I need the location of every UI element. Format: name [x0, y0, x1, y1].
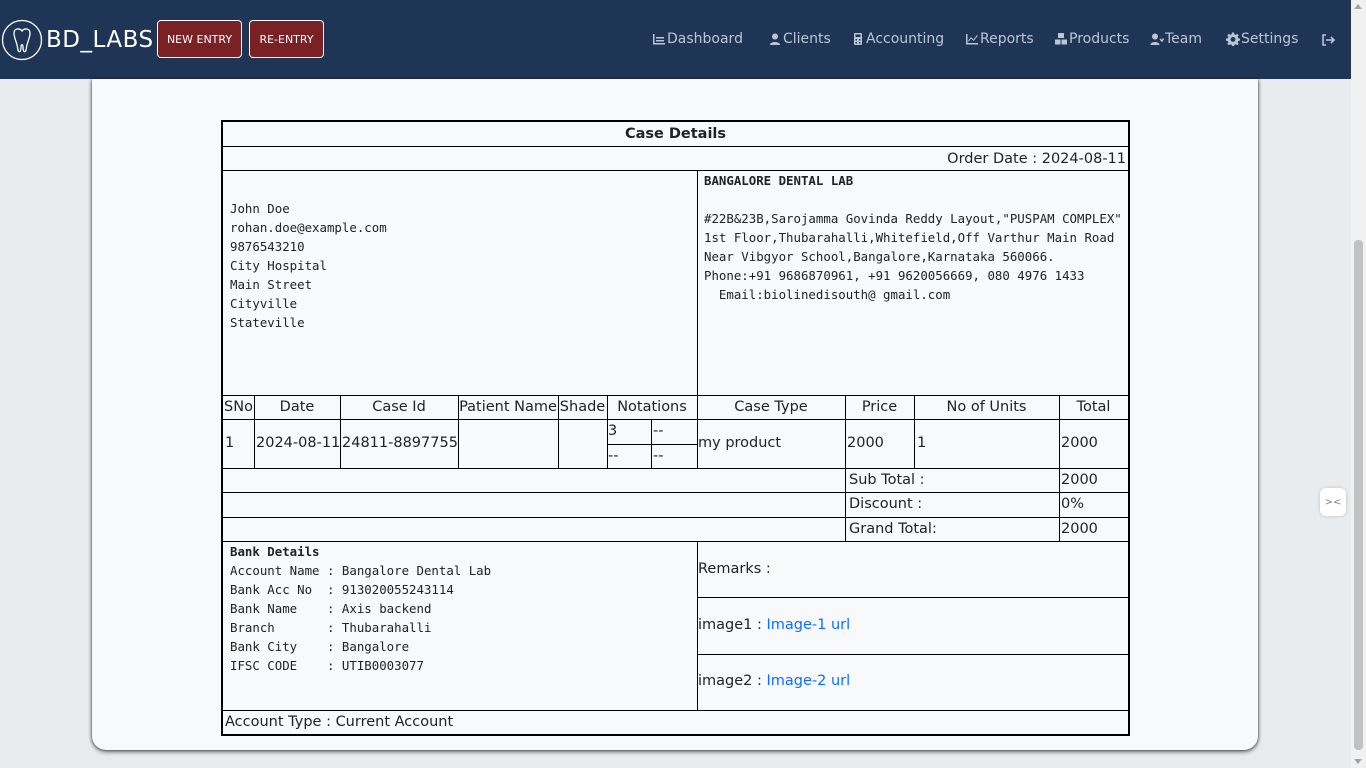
bank-details: Account Name : Bangalore Dental Lab Bank…: [230, 561, 491, 675]
notation-cell: --: [653, 448, 664, 464]
bank-branch: Branch : Thubarahalli: [230, 620, 432, 635]
notation-cell: 3: [608, 423, 618, 439]
row-units: 1: [917, 435, 927, 451]
discount-label: Discount :: [849, 496, 923, 512]
lab-name: BANGALORE DENTAL LAB: [704, 173, 854, 188]
col-patient-name: Patient Name: [459, 399, 557, 415]
lab-email: Email:biolinedisouth@ gmail.com: [704, 287, 951, 302]
col-no-of-units: No of Units: [946, 399, 1027, 415]
remarks-label: Remarks :: [698, 561, 771, 577]
nav-settings-label: Settings: [1241, 31, 1299, 47]
image2-link[interactable]: Image-2 url: [767, 673, 851, 689]
row-date: 2024-08-11: [256, 435, 341, 451]
nav-clients-label: Clients: [783, 31, 831, 47]
notation-cell: --: [608, 448, 619, 464]
row-case-id: 24811-8897755: [342, 435, 458, 451]
row-total: 2000: [1061, 435, 1098, 451]
col-date: Date: [279, 399, 315, 415]
brand[interactable]: BD_LABS: [0, 12, 154, 68]
nav-links: Dashboard Clients Accounting Reports Pro…: [652, 30, 1316, 48]
lab-phone: Phone:+91 9686870961, +91 9620056669, 08…: [704, 268, 1085, 283]
logout-button[interactable]: [1321, 32, 1336, 51]
scroll-up-arrow-icon[interactable]: [1354, 4, 1362, 9]
row-price: 2000: [847, 435, 884, 451]
discount-value: 0%: [1061, 496, 1085, 512]
image1-link[interactable]: Image-1 url: [767, 617, 851, 633]
client-info: John Doe rohan.doe@example.com 987654321…: [230, 199, 387, 332]
nav-dashboard[interactable]: Dashboard: [652, 31, 768, 47]
team-icon: [1150, 33, 1164, 45]
notation-cell: --: [653, 423, 664, 439]
grand-total-label: Grand Total:: [849, 521, 937, 537]
row-case-type: my product: [698, 435, 782, 451]
nav-accounting[interactable]: Accounting: [851, 31, 965, 47]
client-state: Stateville: [230, 315, 305, 330]
image1-row: image1 : Image-1 url: [698, 617, 850, 633]
col-shade: Shade: [559, 399, 606, 415]
nav-products-label: Products: [1069, 31, 1130, 47]
image1-label: image1 :: [698, 617, 767, 633]
bank-details-title: Bank Details: [230, 544, 320, 559]
row-sno: 1: [225, 435, 235, 451]
nav-products[interactable]: Products: [1054, 31, 1150, 47]
lab-address-line: #22B&23B,Sarojamma Govinda Reddy Layout,…: [704, 211, 1122, 226]
boxes-icon: [1055, 33, 1067, 45]
chat-widget-icon[interactable]: ><: [1320, 488, 1346, 516]
col-notations: Notations: [617, 399, 687, 415]
client-email: rohan.doe@example.com: [230, 220, 387, 235]
lab-address: #22B&23B,Sarojamma Govinda Reddy Layout,…: [704, 209, 1122, 304]
chart-icon: [966, 34, 978, 45]
nav-reports-label: Reports: [980, 31, 1034, 47]
client-hospital: City Hospital: [230, 258, 327, 273]
client-phone: 9876543210: [230, 239, 305, 254]
bank-name: Bank Name : Axis backend: [230, 601, 432, 616]
re-entry-button[interactable]: RE-ENTRY: [249, 20, 324, 58]
logout-icon: [1322, 34, 1336, 46]
grand-total-value: 2000: [1061, 521, 1098, 537]
lab-address-line: Near Vibgyor School,Bangalore,Karnataka …: [704, 249, 1055, 264]
gear-icon: [1226, 32, 1240, 46]
case-details-title: Case Details: [624, 126, 727, 142]
nav-accounting-label: Accounting: [866, 31, 945, 47]
scroll-thumb[interactable]: [1354, 240, 1363, 750]
col-price: Price: [861, 399, 898, 415]
order-date: Order Date : 2024-08-11: [947, 151, 1126, 167]
brand-name: BD_LABS: [46, 27, 154, 53]
nav-dashboard-label: Dashboard: [667, 31, 743, 47]
sub-total-label: Sub Total :: [849, 472, 925, 488]
col-total: Total: [1076, 399, 1111, 415]
bank-account-name: Account Name : Bangalore Dental Lab: [230, 563, 492, 578]
bank-ifsc: IFSC CODE : UTIB0003077: [230, 658, 424, 673]
nav-team[interactable]: Team: [1150, 31, 1226, 47]
col-case-type: Case Type: [734, 399, 808, 415]
nav-reports[interactable]: Reports: [965, 31, 1054, 47]
top-navbar: BD_LABS NEW ENTRY RE-ENTRY Dashboard Cli…: [0, 0, 1351, 79]
lab-address-line: 1st Floor,Thubarahalli,Whitefield,Off Va…: [704, 230, 1115, 245]
bank-city: Bank City : Bangalore: [230, 639, 410, 654]
sub-total-value: 2000: [1061, 472, 1098, 488]
nav-clients[interactable]: Clients: [768, 31, 851, 47]
image2-label: image2 :: [698, 673, 767, 689]
page-scrollbar[interactable]: [1351, 0, 1366, 768]
image2-row: image2 : Image-2 url: [698, 673, 850, 689]
calculator-icon: [854, 33, 862, 45]
nav-settings[interactable]: Settings: [1226, 31, 1316, 47]
user-icon: [770, 33, 780, 45]
col-case-id: Case Id: [372, 399, 426, 415]
client-city: Cityville: [230, 296, 298, 311]
new-entry-button[interactable]: NEW ENTRY: [157, 20, 242, 58]
client-name: John Doe: [230, 201, 290, 216]
account-type: Account Type : Current Account: [225, 714, 454, 730]
scroll-down-arrow-icon[interactable]: [1354, 759, 1362, 764]
dashboard-icon: [653, 34, 665, 45]
bank-acc-no: Bank Acc No : 913020055243114: [230, 582, 454, 597]
nav-team-label: Team: [1165, 31, 1203, 47]
tooth-logo-icon: [1, 19, 43, 61]
col-sno: SNo: [224, 399, 253, 415]
case-details-sheet: Case Details Order Date : 2024-08-11 Joh…: [221, 120, 1130, 736]
client-street: Main Street: [230, 277, 313, 292]
